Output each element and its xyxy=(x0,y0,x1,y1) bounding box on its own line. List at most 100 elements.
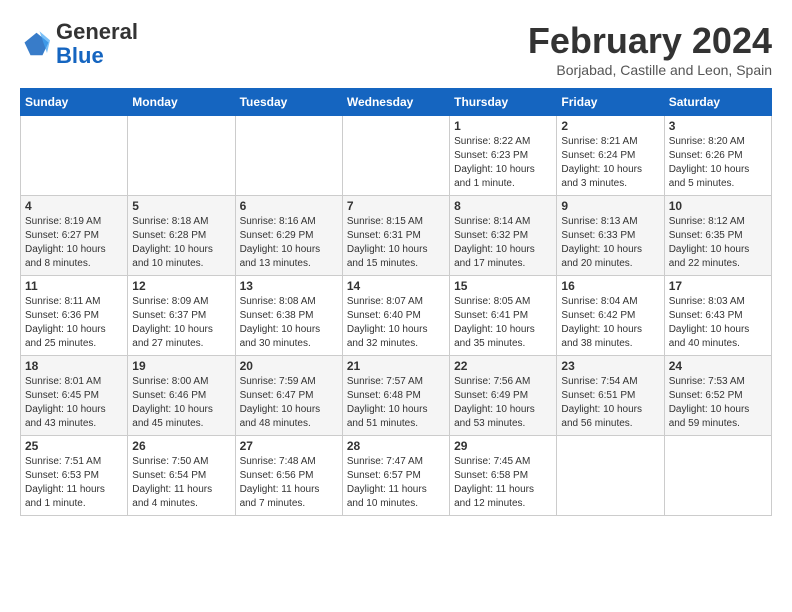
calendar-cell: 9 Sunrise: 8:13 AMSunset: 6:33 PMDaylight… xyxy=(557,196,664,276)
day-number: 20 xyxy=(240,359,338,373)
day-info: Sunrise: 8:05 AMSunset: 6:41 PMDaylight:… xyxy=(454,295,552,351)
calendar-cell: 12 Sunrise: 8:09 AMSunset: 6:37 PMDayligh… xyxy=(128,276,235,356)
calendar-cell: 5 Sunrise: 8:18 AMSunset: 6:28 PMDaylight… xyxy=(128,196,235,276)
day-info: Sunrise: 8:09 AMSunset: 6:37 PMDaylight:… xyxy=(132,295,230,351)
calendar-cell: 4 Sunrise: 8:19 AMSunset: 6:27 PMDaylight… xyxy=(21,196,128,276)
calendar-cell: 2 Sunrise: 8:21 AMSunset: 6:24 PMDaylight… xyxy=(557,116,664,196)
day-number: 13 xyxy=(240,279,338,293)
calendar-cell: 24 Sunrise: 7:53 AMSunset: 6:52 PMDayligh… xyxy=(664,356,771,436)
calendar-cell: 10 Sunrise: 8:12 AMSunset: 6:35 PMDayligh… xyxy=(664,196,771,276)
day-number: 15 xyxy=(454,279,552,293)
day-number: 18 xyxy=(25,359,123,373)
calendar-header-row: SundayMondayTuesdayWednesdayThursdayFrid… xyxy=(21,89,772,116)
day-info: Sunrise: 8:21 AMSunset: 6:24 PMDaylight:… xyxy=(561,135,659,191)
calendar-cell: 3Sunrise: 8:20 AMSunset: 6:26 PMDaylight… xyxy=(664,116,771,196)
day-number: 5 xyxy=(132,199,230,213)
day-info: Sunrise: 8:15 AMSunset: 6:31 PMDaylight:… xyxy=(347,215,445,271)
logo-general: General xyxy=(56,19,138,44)
day-number: 11 xyxy=(25,279,123,293)
day-info: Sunrise: 7:48 AMSunset: 6:56 PMDaylight:… xyxy=(240,455,338,511)
day-number: 12 xyxy=(132,279,230,293)
day-number: 26 xyxy=(132,439,230,453)
day-info: Sunrise: 8:04 AMSunset: 6:42 PMDaylight:… xyxy=(561,295,659,351)
calendar-cell: 21 Sunrise: 7:57 AMSunset: 6:48 PMDayligh… xyxy=(342,356,449,436)
day-info: Sunrise: 7:45 AMSunset: 6:58 PMDaylight:… xyxy=(454,455,552,511)
day-number: 1 xyxy=(454,119,552,133)
calendar-cell: 28 Sunrise: 7:47 AMSunset: 6:57 PMDayligh… xyxy=(342,436,449,516)
day-number: 28 xyxy=(347,439,445,453)
day-info: Sunrise: 8:12 AMSunset: 6:35 PMDaylight:… xyxy=(669,215,767,271)
day-number: 6 xyxy=(240,199,338,213)
day-info: Sunrise: 7:50 AMSunset: 6:54 PMDaylight:… xyxy=(132,455,230,511)
day-info: Sunrise: 8:01 AMSunset: 6:45 PMDaylight:… xyxy=(25,375,123,431)
calendar-cell: 18 Sunrise: 8:01 AMSunset: 6:45 PMDayligh… xyxy=(21,356,128,436)
day-number: 23 xyxy=(561,359,659,373)
calendar-cell: 14Sunrise: 8:07 AMSunset: 6:40 PMDayligh… xyxy=(342,276,449,356)
day-info: Sunrise: 8:14 AMSunset: 6:32 PMDaylight:… xyxy=(454,215,552,271)
day-of-week-header: Saturday xyxy=(664,89,771,116)
day-number: 7 xyxy=(347,199,445,213)
calendar-cell xyxy=(342,116,449,196)
day-info: Sunrise: 8:18 AMSunset: 6:28 PMDaylight:… xyxy=(132,215,230,271)
day-number: 19 xyxy=(132,359,230,373)
calendar-cell: 27 Sunrise: 7:48 AMSunset: 6:56 PMDayligh… xyxy=(235,436,342,516)
day-number: 9 xyxy=(561,199,659,213)
day-info: Sunrise: 8:11 AMSunset: 6:36 PMDaylight:… xyxy=(25,295,123,351)
calendar-cell: 19 Sunrise: 8:00 AMSunset: 6:46 PMDayligh… xyxy=(128,356,235,436)
calendar-cell: 23 Sunrise: 7:54 AMSunset: 6:51 PMDayligh… xyxy=(557,356,664,436)
day-number: 2 xyxy=(561,119,659,133)
logo: General Blue xyxy=(20,20,138,68)
day-number: 17 xyxy=(669,279,767,293)
calendar-cell: 17 Sunrise: 8:03 AMSunset: 6:43 PMDayligh… xyxy=(664,276,771,356)
day-info: Sunrise: 8:22 AMSunset: 6:23 PMDaylight:… xyxy=(454,135,552,191)
calendar-cell xyxy=(235,116,342,196)
calendar-cell: 20 Sunrise: 7:59 AMSunset: 6:47 PMDayligh… xyxy=(235,356,342,436)
calendar-table: SundayMondayTuesdayWednesdayThursdayFrid… xyxy=(20,88,772,516)
logo-icon xyxy=(20,29,50,59)
calendar-cell: 13 Sunrise: 8:08 AMSunset: 6:38 PMDayligh… xyxy=(235,276,342,356)
calendar-cell: 11 Sunrise: 8:11 AMSunset: 6:36 PMDayligh… xyxy=(21,276,128,356)
day-number: 29 xyxy=(454,439,552,453)
day-info: Sunrise: 7:59 AMSunset: 6:47 PMDaylight:… xyxy=(240,375,338,431)
day-info: Sunrise: 8:03 AMSunset: 6:43 PMDaylight:… xyxy=(669,295,767,351)
day-info: Sunrise: 8:13 AMSunset: 6:33 PMDaylight:… xyxy=(561,215,659,271)
page-header: General Blue February 2024 Borjabad, Cas… xyxy=(20,20,772,78)
calendar-cell: 1 Sunrise: 8:22 AMSunset: 6:23 PMDaylight… xyxy=(450,116,557,196)
calendar-week-row: 4 Sunrise: 8:19 AMSunset: 6:27 PMDaylight… xyxy=(21,196,772,276)
day-number: 25 xyxy=(25,439,123,453)
day-of-week-header: Wednesday xyxy=(342,89,449,116)
day-info: Sunrise: 8:19 AMSunset: 6:27 PMDaylight:… xyxy=(25,215,123,271)
day-number: 4 xyxy=(25,199,123,213)
calendar-cell: 25Sunrise: 7:51 AMSunset: 6:53 PMDayligh… xyxy=(21,436,128,516)
month-title: February 2024 xyxy=(528,20,772,62)
calendar-cell xyxy=(664,436,771,516)
day-info: Sunrise: 7:53 AMSunset: 6:52 PMDaylight:… xyxy=(669,375,767,431)
calendar-cell xyxy=(21,116,128,196)
calendar-cell: 6Sunrise: 8:16 AMSunset: 6:29 PMDaylight… xyxy=(235,196,342,276)
day-info: Sunrise: 7:56 AMSunset: 6:49 PMDaylight:… xyxy=(454,375,552,431)
calendar-cell: 8 Sunrise: 8:14 AMSunset: 6:32 PMDaylight… xyxy=(450,196,557,276)
day-of-week-header: Tuesday xyxy=(235,89,342,116)
day-number: 8 xyxy=(454,199,552,213)
day-info: Sunrise: 8:08 AMSunset: 6:38 PMDaylight:… xyxy=(240,295,338,351)
calendar-cell: 29 Sunrise: 7:45 AMSunset: 6:58 PMDayligh… xyxy=(450,436,557,516)
day-number: 22 xyxy=(454,359,552,373)
day-number: 14 xyxy=(347,279,445,293)
day-info: Sunrise: 7:57 AMSunset: 6:48 PMDaylight:… xyxy=(347,375,445,431)
day-number: 27 xyxy=(240,439,338,453)
logo-text: General Blue xyxy=(56,20,138,68)
calendar-cell: 15 Sunrise: 8:05 AMSunset: 6:41 PMDayligh… xyxy=(450,276,557,356)
day-info: Sunrise: 7:47 AMSunset: 6:57 PMDaylight:… xyxy=(347,455,445,511)
calendar-week-row: 18 Sunrise: 8:01 AMSunset: 6:45 PMDayligh… xyxy=(21,356,772,436)
day-number: 24 xyxy=(669,359,767,373)
day-info: Sunrise: 7:54 AMSunset: 6:51 PMDaylight:… xyxy=(561,375,659,431)
day-number: 21 xyxy=(347,359,445,373)
day-info: Sunrise: 8:00 AMSunset: 6:46 PMDaylight:… xyxy=(132,375,230,431)
calendar-week-row: 11 Sunrise: 8:11 AMSunset: 6:36 PMDayligh… xyxy=(21,276,772,356)
title-block: February 2024 Borjabad, Castille and Leo… xyxy=(528,20,772,78)
calendar-cell: 7 Sunrise: 8:15 AMSunset: 6:31 PMDaylight… xyxy=(342,196,449,276)
calendar-cell: 16 Sunrise: 8:04 AMSunset: 6:42 PMDayligh… xyxy=(557,276,664,356)
day-number: 10 xyxy=(669,199,767,213)
day-number: 16 xyxy=(561,279,659,293)
day-of-week-header: Thursday xyxy=(450,89,557,116)
